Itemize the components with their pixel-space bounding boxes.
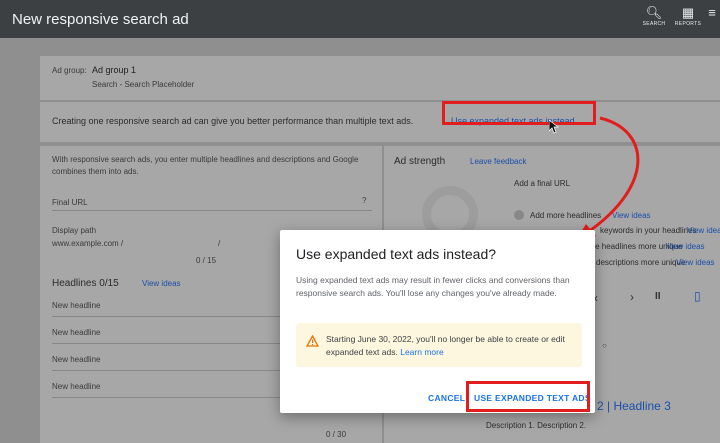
warning-box: Starting June 30, 2022, you'll no longer… — [296, 323, 582, 367]
learn-more-link[interactable]: Learn more — [400, 347, 443, 357]
cancel-button[interactable]: CANCEL — [428, 393, 465, 403]
mouse-cursor-icon — [549, 120, 559, 134]
highlight-box-button — [466, 381, 590, 412]
warning-icon — [306, 335, 319, 347]
warning-text: Starting June 30, 2022, you'll no longer… — [326, 334, 565, 357]
dialog-body: Using expanded text ads may result in fe… — [296, 275, 570, 298]
dialog-title: Use expanded text ads instead? — [296, 246, 497, 262]
